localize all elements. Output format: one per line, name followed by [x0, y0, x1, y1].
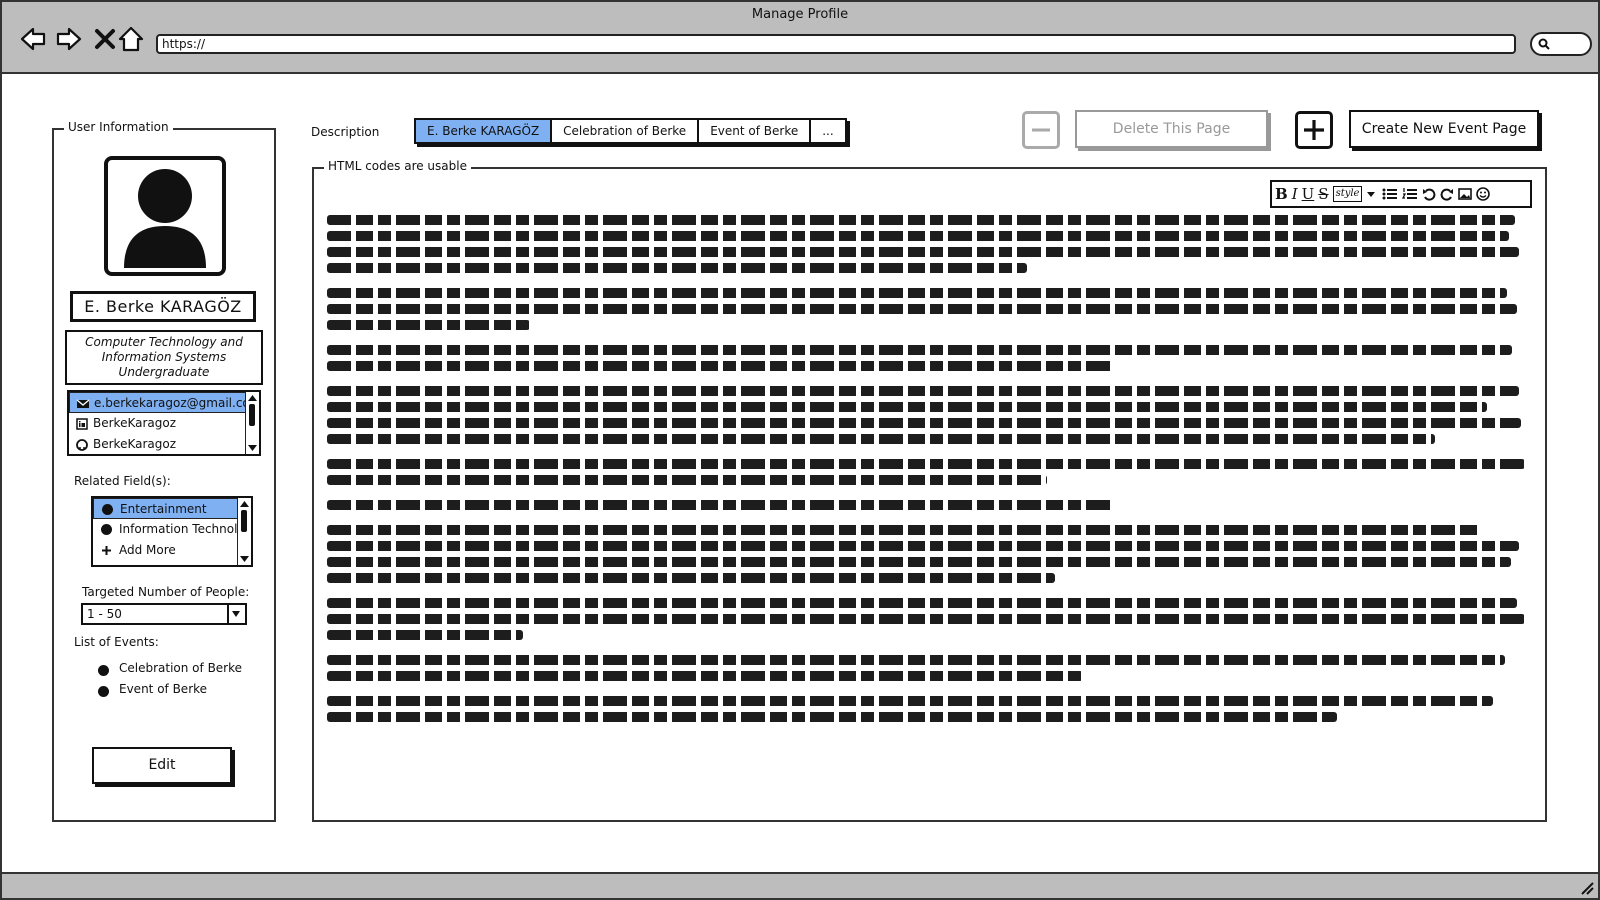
italic-icon[interactable]: I — [1292, 185, 1298, 203]
bold-icon[interactable]: B — [1275, 185, 1288, 203]
scroll-down-icon[interactable] — [239, 554, 250, 564]
remove-page-button[interactable] — [1022, 111, 1060, 149]
contact-label: BerkeKaragoz — [93, 416, 177, 430]
targeted-number-label: Targeted Number of People: — [82, 585, 250, 599]
scroll-thumb[interactable] — [241, 510, 247, 532]
editor-legend: HTML codes are usable — [324, 159, 471, 173]
rich-text-toolbar: B I U S style — [1270, 180, 1532, 208]
related-fields-label: Related Field(s): — [74, 474, 171, 488]
image-icon[interactable] — [1458, 188, 1473, 200]
targeted-number-value: 1 - 50 — [87, 607, 122, 621]
create-event-page-button[interactable]: Create New Event Page — [1349, 110, 1539, 148]
contact-item-linkedin[interactable]: BerkeKaragoz — [69, 413, 259, 434]
contact-label: BerkeKaragoz — [93, 437, 177, 451]
scroll-up-icon[interactable] — [239, 499, 250, 509]
minus-icon — [1032, 128, 1050, 132]
bullet-icon — [98, 665, 109, 676]
event-list-item[interactable]: Event of Berke — [119, 682, 207, 696]
page-tabs: E. Berke KARAGÖZ Celebration of Berke Ev… — [414, 118, 847, 144]
resize-grip-icon[interactable] — [1578, 879, 1594, 895]
search-icon — [1538, 38, 1550, 50]
bullet-icon — [101, 524, 112, 535]
scroll-down-icon[interactable] — [247, 443, 258, 453]
chevron-down-icon[interactable] — [1366, 189, 1376, 199]
avatar — [104, 156, 226, 276]
edit-button[interactable]: Edit — [92, 747, 232, 784]
text-paragraph — [327, 500, 1537, 510]
text-paragraph — [327, 696, 1537, 722]
text-paragraph — [327, 215, 1537, 273]
email-icon — [77, 399, 89, 408]
style-dropdown[interactable]: style — [1332, 186, 1363, 202]
tab-more[interactable]: ... — [811, 120, 844, 142]
editor-content[interactable] — [327, 215, 1537, 737]
home-icon[interactable] — [116, 24, 146, 54]
back-icon[interactable] — [18, 24, 48, 54]
related-fields-scrollbar[interactable] — [237, 498, 251, 565]
tab-celebration-of-berke[interactable]: Celebration of Berke — [552, 120, 700, 142]
scroll-thumb[interactable] — [249, 404, 255, 426]
contact-label: e.berkekaragoz@gmail.com — [94, 396, 261, 410]
bullet-icon — [98, 686, 109, 697]
status-bar — [2, 872, 1598, 898]
dropdown-toggle[interactable] — [227, 605, 245, 623]
user-silhouette-icon — [124, 169, 206, 268]
tab-event-of-berke[interactable]: Event of Berke — [699, 120, 812, 142]
contact-list[interactable]: e.berkekaragoz@gmail.com BerkeKaragoz Be… — [67, 390, 261, 456]
user-information-legend: User Information — [64, 120, 173, 134]
text-paragraph — [327, 598, 1537, 640]
text-paragraph — [327, 386, 1537, 444]
emoji-icon[interactable] — [1476, 187, 1491, 201]
description-label: Description — [311, 125, 380, 139]
related-fields-list[interactable]: Entertainment Information Technology Add… — [91, 496, 253, 567]
title-bar: Manage Profile https:// — [2, 2, 1598, 74]
browser-search-box[interactable] — [1530, 32, 1592, 56]
add-more-label: Add More — [119, 543, 176, 557]
related-field-item[interactable]: Information Technology — [93, 519, 251, 540]
scroll-up-icon[interactable] — [247, 393, 258, 403]
tab-profile[interactable]: E. Berke KARAGÖZ — [416, 120, 553, 142]
window-title: Manage Profile — [751, 7, 849, 22]
user-name: E. Berke KARAGÖZ — [70, 291, 256, 322]
user-role: Computer Technology and Information Syst… — [65, 330, 263, 385]
targeted-number-select[interactable]: 1 - 50 — [81, 603, 247, 625]
undo-icon[interactable] — [1422, 187, 1436, 201]
browser-window: Manage Profile https:// User Information… — [0, 0, 1600, 900]
linkedin-icon — [76, 418, 88, 430]
list-of-events-label: List of Events: — [74, 635, 159, 649]
text-paragraph — [327, 345, 1537, 371]
contact-item-email[interactable]: e.berkekaragoz@gmail.com — [69, 392, 259, 413]
text-paragraph — [327, 525, 1537, 583]
chevron-down-icon — [232, 611, 240, 617]
strikethrough-icon[interactable]: S — [1318, 185, 1328, 203]
event-list-item[interactable]: Celebration of Berke — [119, 661, 242, 675]
add-page-button[interactable] — [1295, 111, 1333, 149]
text-paragraph — [327, 288, 1537, 330]
related-field-label: Entertainment — [120, 502, 207, 516]
address-bar[interactable]: https:// — [156, 34, 1516, 54]
text-paragraph — [327, 655, 1537, 681]
redo-icon[interactable] — [1440, 187, 1454, 201]
bullet-icon — [102, 504, 113, 515]
related-field-label: Information Technology — [119, 522, 253, 536]
underline-icon[interactable]: U — [1302, 185, 1315, 203]
text-paragraph — [327, 459, 1537, 485]
contact-item-github[interactable]: BerkeKaragoz — [69, 434, 259, 454]
related-field-item[interactable]: Entertainment — [93, 498, 251, 519]
add-more-item[interactable]: Add More — [93, 540, 251, 561]
forward-icon[interactable] — [54, 24, 84, 54]
github-icon — [76, 439, 88, 451]
plus-icon — [102, 546, 111, 555]
plus-icon — [1304, 120, 1324, 140]
numbered-list-icon[interactable] — [1402, 187, 1418, 201]
contact-list-scrollbar[interactable] — [245, 392, 259, 454]
bulleted-list-icon[interactable] — [1382, 187, 1398, 201]
delete-page-button[interactable]: Delete This Page — [1075, 110, 1268, 148]
